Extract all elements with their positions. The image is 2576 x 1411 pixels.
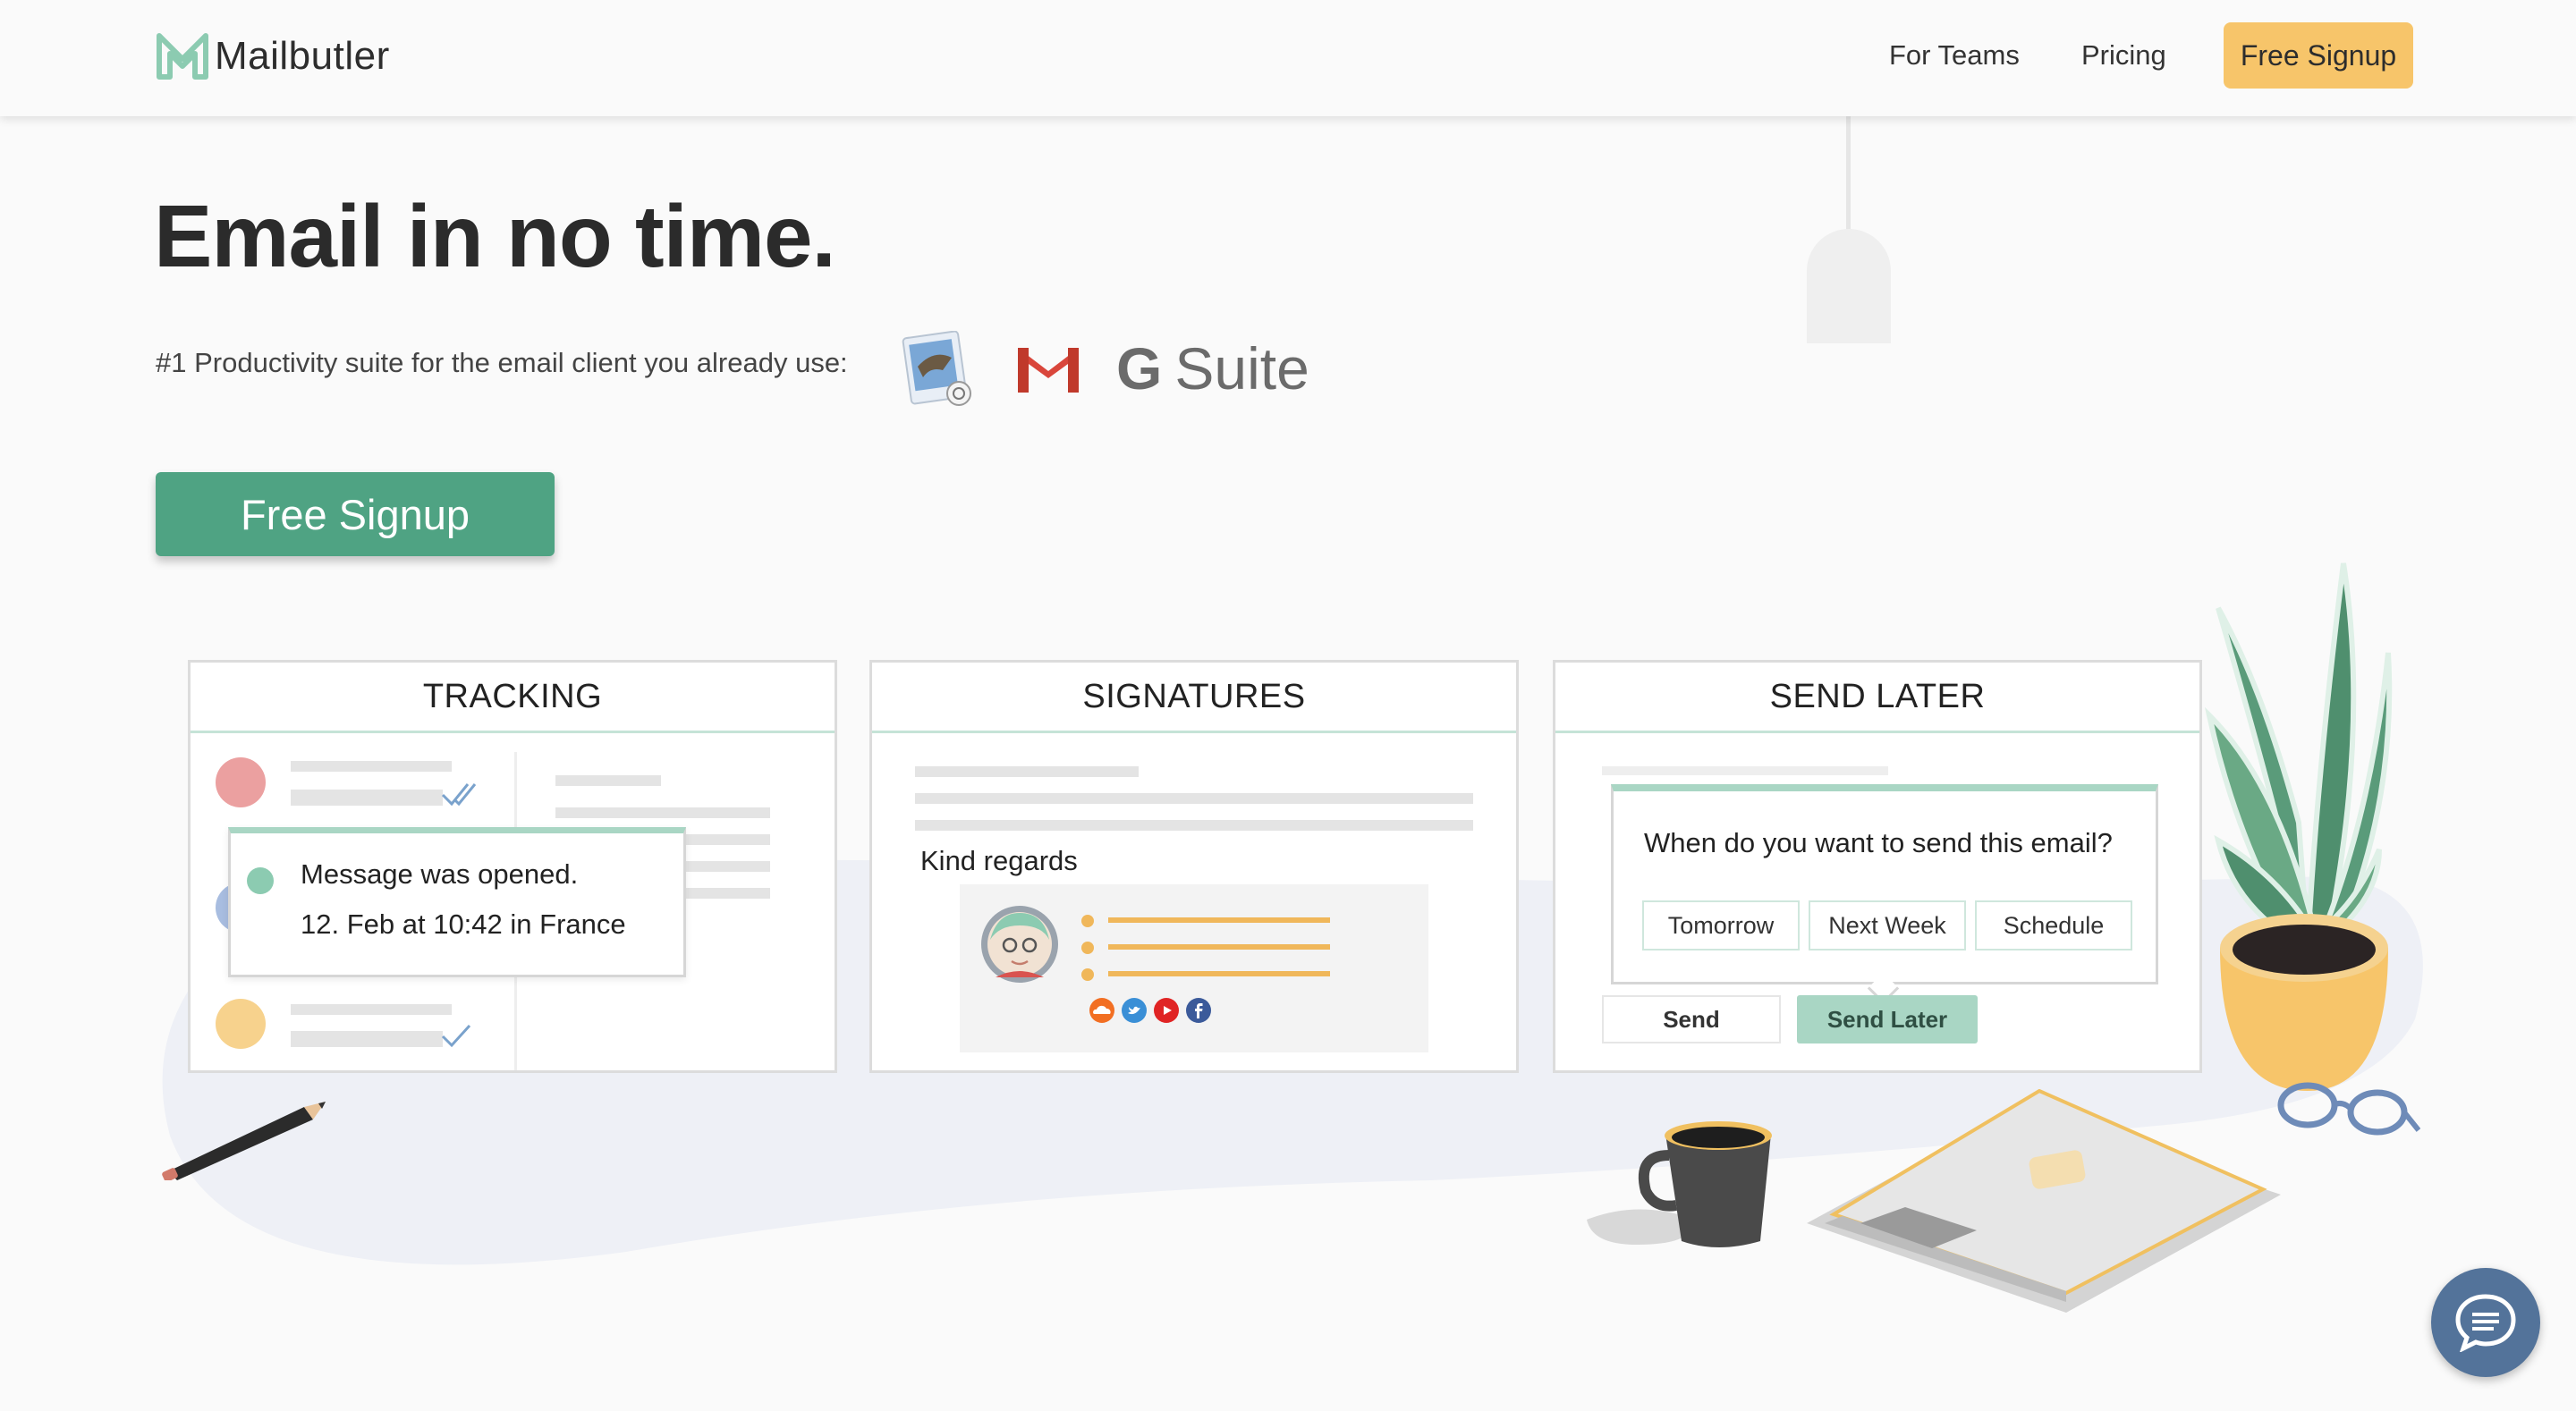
plant-illustration xyxy=(2204,562,2393,1091)
nav-pricing[interactable]: Pricing xyxy=(2081,39,2166,72)
bullet-dot xyxy=(1081,942,1094,954)
double-check-icon xyxy=(441,783,477,807)
header-signup-button[interactable]: Free Signup xyxy=(2224,22,2413,89)
chat-icon xyxy=(2455,1294,2516,1352)
option-next-week-button[interactable]: Next Week xyxy=(1809,900,1966,951)
send-later-question: When do you want to send this email? xyxy=(1644,827,2113,858)
gmail-icon xyxy=(1018,348,1079,393)
option-schedule-button[interactable]: Schedule xyxy=(1975,900,2132,951)
soundcloud-icon xyxy=(1089,998,1114,1023)
bullet-dot xyxy=(1081,915,1094,927)
coffee-cup-illustration xyxy=(1587,1121,1772,1247)
placeholder-line xyxy=(555,807,770,818)
facebook-icon xyxy=(1186,998,1211,1023)
signature-line xyxy=(1108,917,1330,923)
placeholder-line xyxy=(291,1004,452,1015)
tracking-dot-red xyxy=(216,757,266,807)
twitter-icon xyxy=(1122,998,1147,1023)
signatures-card: SIGNATURES Kind regards xyxy=(869,660,1519,1073)
signature-block xyxy=(960,884,1428,1052)
site-header: Mailbutler For Teams Pricing Free Signup xyxy=(0,0,2576,116)
bullet-dot xyxy=(1081,968,1094,981)
lamp-cord xyxy=(1846,116,1851,232)
youtube-icon xyxy=(1154,998,1179,1023)
glasses-illustration xyxy=(2277,1082,2420,1136)
placeholder-line xyxy=(675,834,770,845)
signature-closing: Kind regards xyxy=(920,845,1078,876)
send-later-button[interactable]: Send Later xyxy=(1797,995,1978,1043)
check-icon xyxy=(441,1024,471,1048)
tracking-dot-yellow xyxy=(216,999,266,1049)
status-dot xyxy=(247,867,274,894)
apple-mail-icon xyxy=(902,331,971,406)
chat-button[interactable] xyxy=(2431,1268,2540,1377)
signature-line xyxy=(1108,971,1330,976)
send-later-dialog: When do you want to send this email? Tom… xyxy=(1611,784,2158,984)
mailbutler-logo-icon xyxy=(157,33,208,80)
tracking-card: TRACKING Message was opened. 12. Feb at … xyxy=(188,660,837,1073)
send-button[interactable]: Send xyxy=(1602,995,1781,1043)
send-later-card: SEND LATER When do you want to send this… xyxy=(1553,660,2202,1073)
notification-message: Message was opened. xyxy=(301,858,579,890)
avatar xyxy=(981,906,1058,983)
placeholder-line xyxy=(555,775,661,786)
placeholder-line xyxy=(915,793,1473,804)
placeholder-line xyxy=(915,766,1139,777)
placeholder-line xyxy=(915,820,1473,831)
hero-subtitle: #1 Productivity suite for the email clie… xyxy=(156,347,848,378)
notification-detail: 12. Feb at 10:42 in France xyxy=(301,908,626,940)
logo[interactable]: Mailbutler xyxy=(156,32,390,80)
placeholder-line xyxy=(291,761,452,772)
send-later-card-title: SEND LATER xyxy=(1555,663,2199,733)
placeholder-line xyxy=(291,790,443,806)
option-tomorrow-button[interactable]: Tomorrow xyxy=(1642,900,1800,951)
placeholder-line xyxy=(291,1031,443,1047)
signature-line xyxy=(1108,944,1330,950)
hero-title: Email in no time. xyxy=(154,187,836,285)
placeholder-line xyxy=(675,861,770,872)
tracking-card-title: TRACKING xyxy=(191,663,835,733)
signatures-card-title: SIGNATURES xyxy=(872,663,1516,733)
hero-signup-button[interactable]: Free Signup xyxy=(156,472,555,556)
laptop-illustration xyxy=(1807,1089,2281,1313)
placeholder-line xyxy=(675,888,770,899)
logo-text: Mailbutler xyxy=(215,34,390,78)
lamp-illustration xyxy=(1807,229,1891,343)
placeholder-line xyxy=(1602,766,1888,775)
tracking-notification: Message was opened. 12. Feb at 10:42 in … xyxy=(228,827,686,977)
gsuite-g: G xyxy=(1116,335,1163,401)
gsuite-word: Suite xyxy=(1174,335,1309,401)
pencil-illustration xyxy=(162,1102,326,1180)
nav-for-teams[interactable]: For Teams xyxy=(1889,39,2020,72)
gsuite-logo: G Suite xyxy=(1116,334,1309,402)
